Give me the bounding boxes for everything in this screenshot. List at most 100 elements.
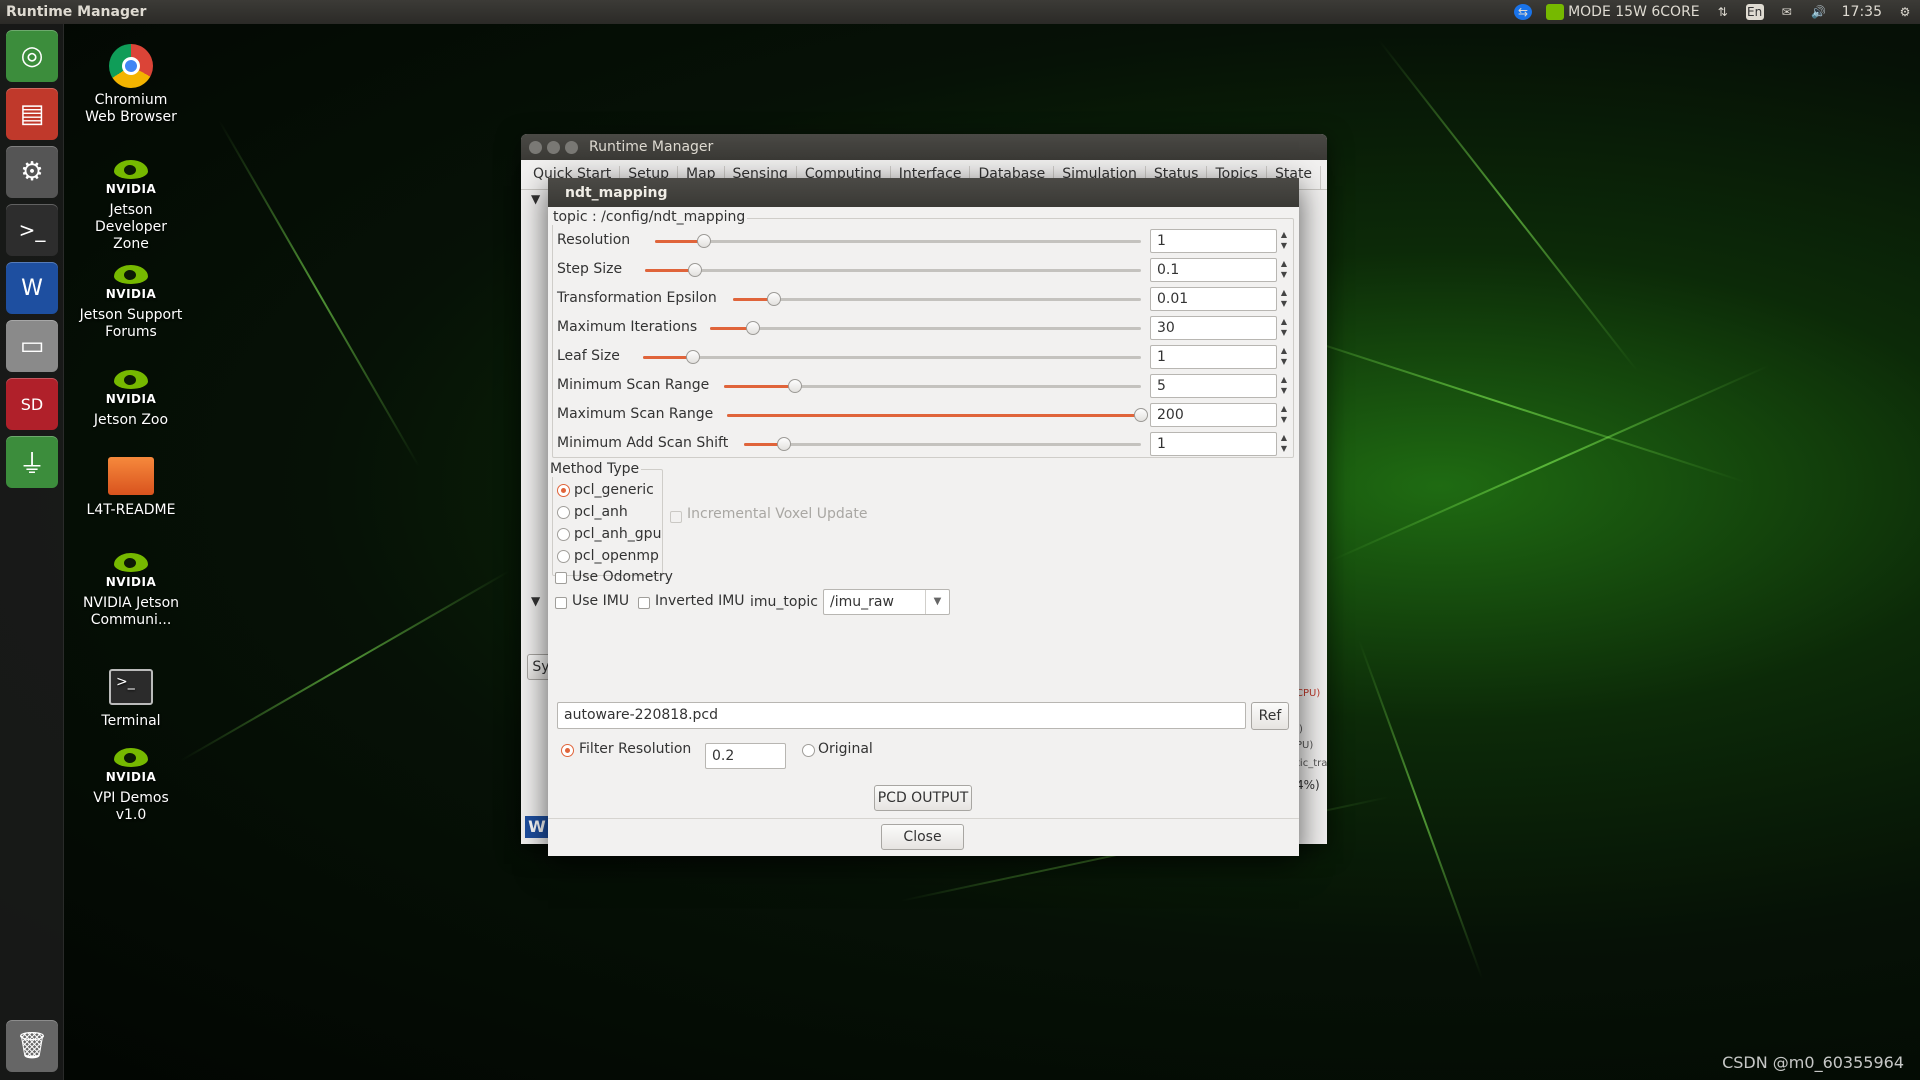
mail-icon[interactable]: ✉ <box>1778 4 1796 20</box>
chromium-icon <box>107 44 155 88</box>
active-app-title: Runtime Manager <box>6 4 147 20</box>
param-slider[interactable] <box>710 321 1141 335</box>
param-slider[interactable] <box>724 379 1141 393</box>
slider-handle[interactable] <box>746 321 761 335</box>
slider-handle[interactable] <box>1134 408 1148 422</box>
param-label: Maximum Scan Range <box>557 406 714 422</box>
spin-arrows-icon[interactable]: ▲ ▼ <box>1279 287 1289 311</box>
gear-icon[interactable]: ⚙ <box>1896 4 1914 20</box>
partial-status-text: ) <box>1299 724 1303 735</box>
network-icon[interactable]: ⇅ <box>1714 4 1732 20</box>
original-radio[interactable] <box>802 744 815 757</box>
filter-resolution-input[interactable]: 0.2 <box>705 743 786 769</box>
param-value-input[interactable]: 0.01 <box>1150 287 1277 311</box>
desktop-icon-jetson-developer-zone[interactable]: NVIDIA Jetson Developer Zone <box>79 160 183 253</box>
terminal-icon: >_ <box>107 665 155 709</box>
desktop-icon-terminal[interactable]: >_ Terminal <box>79 665 183 730</box>
close-icon[interactable] <box>529 140 542 154</box>
param-row: Resolution 1 ▲ ▼ <box>548 226 1288 255</box>
radio-label-pcl-openmp: pcl_openmp <box>574 548 659 564</box>
keyboard-layout-indicator[interactable]: En <box>1745 4 1764 20</box>
pcd-file-input[interactable]: autoware-220818.pcd <box>557 702 1246 729</box>
sd-card-icon[interactable]: SD <box>6 378 58 430</box>
radio-pcl-anh-gpu[interactable] <box>557 528 570 541</box>
desktop-icon-chromium[interactable]: Chromium Web Browser <box>79 44 183 126</box>
param-slider[interactable] <box>744 437 1141 451</box>
desktop-icon-l4t-readme[interactable]: L4T-README <box>79 454 183 519</box>
param-slider[interactable] <box>655 234 1141 248</box>
settings-icon[interactable]: ⚙ <box>6 146 58 198</box>
incremental-voxel-checkbox[interactable] <box>670 511 682 523</box>
spin-arrows-icon[interactable]: ▲ ▼ <box>1279 374 1289 398</box>
chevron-down-icon: ▼ <box>925 590 949 614</box>
disk-icon[interactable]: ▭ <box>6 320 58 372</box>
slider-handle[interactable] <box>687 263 702 277</box>
watermark: CSDN @m0_60355964 <box>1722 1053 1904 1072</box>
param-slider[interactable] <box>727 408 1148 422</box>
autoware-logo-icon: W <box>525 816 549 838</box>
desktop-icon-nvidia-jetson-community[interactable]: NVIDIA NVIDIA Jetson Communi... <box>79 553 183 629</box>
trash-icon[interactable]: 🗑 <box>6 1020 58 1072</box>
imu-topic-label: imu_topic <box>750 594 818 610</box>
ref-button[interactable]: Ref <box>1251 702 1289 730</box>
param-value-input[interactable]: 1 <box>1150 432 1277 456</box>
param-slider[interactable] <box>643 350 1141 364</box>
param-value-input[interactable]: 5 <box>1150 374 1277 398</box>
desktop-icon-vpi-demos[interactable]: NVIDIA VPI Demos v1.0 <box>79 748 183 824</box>
runtime-manager-titlebar: Runtime Manager <box>521 134 1327 160</box>
param-row: Transformation Epsilon 0.01 ▲ ▼ <box>548 284 1288 313</box>
slider-handle[interactable] <box>685 350 700 364</box>
param-value-input[interactable]: 200 <box>1150 403 1277 427</box>
slider-fill <box>724 385 795 388</box>
ndt-mapping-dialog: ndt_mapping topic : /config/ndt_mapping … <box>548 178 1299 856</box>
imu-topic-combo[interactable]: /imu_raw ▼ <box>823 589 950 615</box>
param-value-input[interactable]: 1 <box>1150 345 1277 369</box>
radio-pcl-anh[interactable] <box>557 506 570 519</box>
minimize-icon[interactable] <box>547 140 560 154</box>
param-value-input[interactable]: 1 <box>1150 229 1277 253</box>
spin-arrows-icon[interactable]: ▲ ▼ <box>1279 345 1289 369</box>
filter-resolution-radio[interactable] <box>561 744 574 757</box>
autoware-icon[interactable]: W <box>6 262 58 314</box>
spin-arrows-icon[interactable]: ▲ ▼ <box>1279 403 1289 427</box>
nvidia-icon: NVIDIA <box>106 370 156 408</box>
radio-pcl-openmp[interactable] <box>557 550 570 563</box>
indicator-area: ⇆ MODE 15W 6CORE ⇅ En ✉ 🔊 17:35 ⚙ <box>1514 4 1914 20</box>
radio-pcl-generic[interactable] <box>557 484 570 497</box>
use-odometry-checkbox[interactable] <box>555 572 567 584</box>
terminal-icon[interactable]: >_ <box>6 204 58 256</box>
param-label: Minimum Scan Range <box>557 377 710 393</box>
slider-handle[interactable] <box>766 292 781 306</box>
slider-handle[interactable] <box>787 379 802 393</box>
nvidia-icon: NVIDIA <box>106 748 156 786</box>
desktop-icon-jetson-support-forums[interactable]: NVIDIA Jetson Support Forums <box>79 265 183 341</box>
clock[interactable]: 17:35 <box>1842 4 1882 20</box>
inverted-imu-checkbox[interactable] <box>638 597 650 609</box>
files-icon[interactable]: ▤ <box>6 88 58 140</box>
close-button[interactable]: Close <box>881 824 964 850</box>
imu-topic-value: /imu_raw <box>830 594 894 610</box>
param-value-input[interactable]: 30 <box>1150 316 1277 340</box>
desktop-icon-jetson-zoo[interactable]: NVIDIA Jetson Zoo <box>79 370 183 429</box>
pcd-output-button[interactable]: PCD OUTPUT <box>874 785 972 811</box>
slider-handle[interactable] <box>776 437 791 451</box>
param-value-input[interactable]: 0.1 <box>1150 258 1277 282</box>
folder-icon <box>107 454 155 498</box>
param-slider[interactable] <box>733 292 1141 306</box>
param-slider[interactable] <box>645 263 1141 277</box>
expander-arrow-icon[interactable]: ▼ <box>531 192 540 206</box>
power-mode-indicator[interactable]: MODE 15W 6CORE <box>1546 4 1700 20</box>
use-imu-checkbox[interactable] <box>555 597 567 609</box>
spin-arrows-icon[interactable]: ▲ ▼ <box>1279 316 1289 340</box>
volume-icon[interactable]: 🔊 <box>1810 4 1828 20</box>
slider-handle[interactable] <box>696 234 711 248</box>
spin-arrows-icon[interactable]: ▲ ▼ <box>1279 258 1289 282</box>
maximize-icon[interactable] <box>565 140 578 154</box>
spin-arrows-icon[interactable]: ▲ ▼ <box>1279 432 1289 456</box>
teamviewer-icon[interactable]: ⇆ <box>1514 4 1533 20</box>
ubuntu-dash-icon[interactable]: ◎ <box>6 30 58 82</box>
expander-arrow-icon[interactable]: ▼ <box>531 594 540 608</box>
spin-arrows-icon[interactable]: ▲ ▼ <box>1279 229 1289 253</box>
partial-status-text: 4%) <box>1296 778 1320 792</box>
usb-icon[interactable]: ⏚ <box>6 436 58 488</box>
